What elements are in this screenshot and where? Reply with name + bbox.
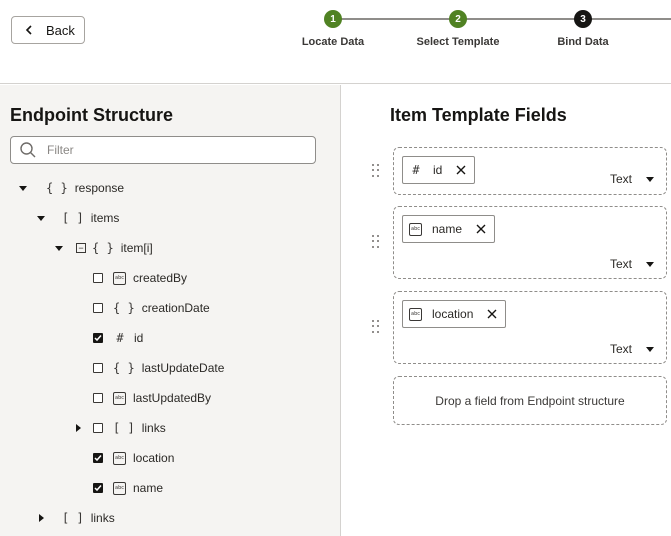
close-icon[interactable] xyxy=(456,165,466,175)
tree-node-items[interactable]: [ ] items xyxy=(36,207,119,229)
item-template-panel: Item Template Fields # id Text abc name … xyxy=(342,85,671,536)
partial-checkbox[interactable]: − xyxy=(76,243,86,253)
number-hash-icon: # xyxy=(116,331,124,345)
train-step-locate-data[interactable]: 1 Locate Data xyxy=(273,10,393,48)
tree-node-label: lastUpdateDate xyxy=(141,361,225,375)
checkbox[interactable] xyxy=(93,273,103,283)
drag-handle-icon[interactable] xyxy=(372,320,382,334)
drag-handle-icon[interactable] xyxy=(372,164,382,178)
field-chip-label: id xyxy=(433,163,443,177)
checkbox[interactable] xyxy=(93,393,103,403)
filter-field[interactable] xyxy=(10,136,316,164)
caret-down-icon[interactable] xyxy=(54,243,64,253)
search-icon xyxy=(20,142,36,158)
step-number: 1 xyxy=(324,10,342,28)
wizard-header: Back 1 Locate Data 2 Select Template 3 B… xyxy=(0,0,671,84)
checkbox[interactable] xyxy=(93,303,103,313)
field-chip-label: name xyxy=(432,222,463,236)
object-braces-icon: { } xyxy=(46,181,68,195)
object-braces-icon: { } xyxy=(113,301,135,315)
tree-node-lastupdatedby[interactable]: abc lastUpdatedBy xyxy=(93,387,211,409)
field-type-select[interactable]: Text xyxy=(610,257,654,271)
checkbox-checked[interactable] xyxy=(93,483,103,493)
string-abc-icon: abc xyxy=(409,307,422,321)
tree-node-location[interactable]: abc location xyxy=(93,447,174,469)
checkbox[interactable] xyxy=(93,423,103,433)
step-label: Locate Data xyxy=(301,36,365,48)
checkbox-checked[interactable] xyxy=(93,333,103,343)
array-brackets-icon: [ ] xyxy=(62,211,84,225)
string-abc-icon: abc xyxy=(113,391,126,405)
array-brackets-icon: [ ] xyxy=(62,511,84,525)
tree-node-createdby[interactable]: abc createdBy xyxy=(93,267,187,289)
template-field-name: abc name Text xyxy=(393,206,667,279)
train-step-select-template[interactable]: 2 Select Template xyxy=(398,10,518,48)
endpoint-structure-panel: Endpoint Structure { } response [ ] item… xyxy=(0,85,341,536)
checkbox-checked[interactable] xyxy=(93,453,103,463)
filter-input[interactable] xyxy=(47,143,297,157)
tree-node-response[interactable]: { } response xyxy=(18,177,124,199)
caret-down-icon xyxy=(646,175,654,183)
step-number: 2 xyxy=(449,10,467,28)
caret-down-icon xyxy=(646,260,654,268)
panel-title: Item Template Fields xyxy=(390,105,567,125)
field-chip-location[interactable]: abc location xyxy=(402,300,507,328)
number-hash-icon: # xyxy=(412,163,420,177)
back-button[interactable]: Back xyxy=(11,16,85,44)
object-braces-icon: { } xyxy=(92,241,114,255)
tree-node-label: creationDate xyxy=(141,301,210,315)
tree-node-label: links xyxy=(141,421,166,435)
field-type-select[interactable]: Text xyxy=(610,342,654,356)
string-abc-icon: abc xyxy=(409,222,422,236)
field-chip-id[interactable]: # id xyxy=(402,156,476,184)
string-abc-icon: abc xyxy=(113,451,126,465)
tree-node-name[interactable]: abc name xyxy=(93,477,163,499)
field-chip-name[interactable]: abc name xyxy=(402,215,496,243)
tree-node-links-nested[interactable]: [ ] links xyxy=(73,417,166,439)
tree-node-label: location xyxy=(133,451,175,465)
string-abc-icon: abc xyxy=(113,481,126,495)
caret-down-icon[interactable] xyxy=(36,213,46,223)
train-step-bind-data[interactable]: 3 Bind Data xyxy=(523,10,643,48)
close-icon[interactable] xyxy=(487,309,497,319)
step-label: Bind Data xyxy=(557,36,609,48)
field-type-select[interactable]: Text xyxy=(610,172,654,186)
tree-node-label: name xyxy=(133,481,164,495)
tree-node-label: id xyxy=(134,331,144,345)
checkbox[interactable] xyxy=(93,363,103,373)
tree-node-label: item[i] xyxy=(120,241,153,255)
back-button-label: Back xyxy=(46,22,75,38)
chevron-left-icon xyxy=(25,25,32,35)
step-label: Select Template xyxy=(416,36,500,48)
field-type-value: Text xyxy=(609,342,632,356)
caret-right-icon[interactable] xyxy=(73,423,83,433)
template-field-location: abc location Text xyxy=(393,291,667,364)
drop-zone-text: Drop a field from Endpoint structure xyxy=(435,393,625,408)
caret-down-icon xyxy=(646,345,654,353)
string-abc-icon: abc xyxy=(113,271,126,285)
close-icon[interactable] xyxy=(476,224,486,234)
field-type-value: Text xyxy=(609,172,632,186)
caret-down-icon[interactable] xyxy=(18,183,28,193)
tree-node-label: lastUpdatedBy xyxy=(133,391,212,405)
template-field-id: # id Text xyxy=(393,147,667,195)
tree-node-lastupdatedate[interactable]: { } lastUpdateDate xyxy=(93,357,224,379)
tree-node-label: links xyxy=(90,511,115,525)
tree-node-label: createdBy xyxy=(133,271,188,285)
array-brackets-icon: [ ] xyxy=(113,421,135,435)
object-braces-icon: { } xyxy=(113,361,135,375)
tree-node-label: items xyxy=(90,211,120,225)
caret-right-icon[interactable] xyxy=(36,513,46,523)
field-type-value: Text xyxy=(609,257,632,271)
tree-node-links[interactable]: [ ] links xyxy=(36,507,115,529)
drag-handle-icon[interactable] xyxy=(372,235,382,249)
tree-node-creationdate[interactable]: { } creationDate xyxy=(93,297,210,319)
tree-node-label: response xyxy=(74,181,125,195)
tree-node-id[interactable]: # id xyxy=(93,327,143,349)
tree-node-item-i[interactable]: − { } item[i] xyxy=(54,237,153,259)
panel-title: Endpoint Structure xyxy=(10,105,173,125)
drop-zone[interactable]: Drop a field from Endpoint structure xyxy=(393,376,667,425)
field-chip-label: location xyxy=(432,307,474,321)
step-number: 3 xyxy=(574,10,592,28)
